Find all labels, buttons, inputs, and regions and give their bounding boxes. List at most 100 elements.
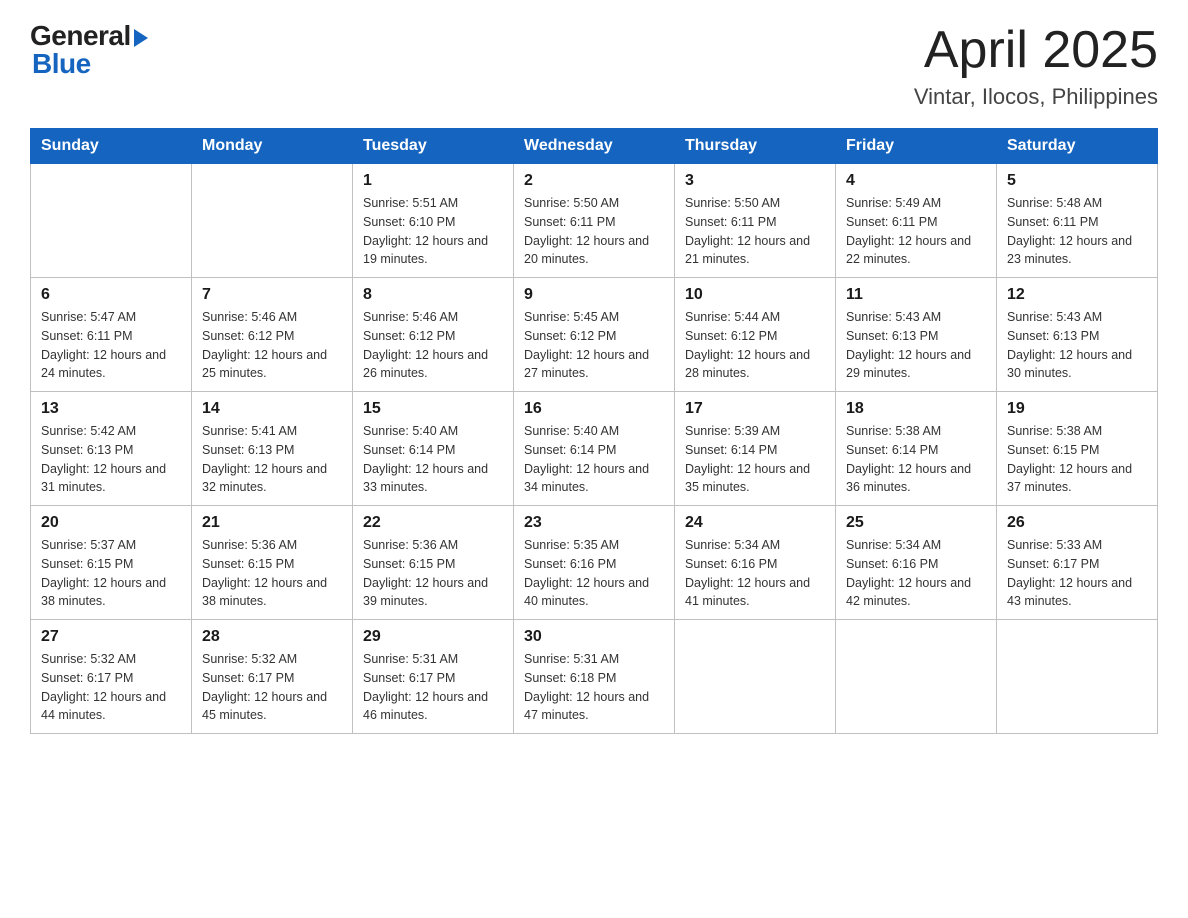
logo-triangle-icon bbox=[134, 29, 148, 47]
calendar-week-row: 20 Sunrise: 5:37 AM Sunset: 6:15 PM Dayli… bbox=[31, 506, 1158, 620]
col-wednesday: Wednesday bbox=[514, 129, 675, 164]
day-number: 4 bbox=[846, 172, 986, 190]
day-info: Sunrise: 5:34 AM Sunset: 6:16 PM Dayligh… bbox=[685, 536, 825, 611]
day-info: Sunrise: 5:38 AM Sunset: 6:14 PM Dayligh… bbox=[846, 422, 986, 497]
table-row: 6Sunrise: 5:47 AM Sunset: 6:11 PM Daylig… bbox=[31, 278, 192, 392]
table-row: 28Sunrise: 5:32 AM Sunset: 6:17 PM Dayli… bbox=[192, 620, 353, 734]
table-row: 22 Sunrise: 5:36 AM Sunset: 6:15 PM Dayli… bbox=[353, 506, 514, 620]
table-row: 8Sunrise: 5:46 AM Sunset: 6:12 PM Daylig… bbox=[353, 278, 514, 392]
table-row: 7 Sunrise: 5:46 AM Sunset: 6:12 PM Daylig… bbox=[192, 278, 353, 392]
table-row: 20 Sunrise: 5:37 AM Sunset: 6:15 PM Dayli… bbox=[31, 506, 192, 620]
table-row: 25 Sunrise: 5:34 AM Sunset: 6:16 PM Dayli… bbox=[836, 506, 997, 620]
table-row: 15Sunrise: 5:40 AM Sunset: 6:14 PM Dayli… bbox=[353, 392, 514, 506]
day-info: Sunrise: 5:43 AM Sunset: 6:13 PM Dayligh… bbox=[846, 308, 986, 383]
day-info: Sunrise: 5:34 AM Sunset: 6:16 PM Dayligh… bbox=[846, 536, 986, 611]
day-info: Sunrise: 5:51 AM Sunset: 6:10 PM Dayligh… bbox=[363, 194, 503, 269]
table-row: 16 Sunrise: 5:40 AM Sunset: 6:14 PM Dayli… bbox=[514, 392, 675, 506]
day-number: 27 bbox=[41, 628, 181, 646]
day-number: 30 bbox=[524, 628, 664, 646]
table-row bbox=[192, 164, 353, 278]
day-number: 20 bbox=[41, 514, 181, 532]
title-block: April 2025 Vintar, Ilocos, Philippines bbox=[914, 20, 1158, 110]
calendar-week-row: 1 Sunrise: 5:51 AM Sunset: 6:10 PM Daylig… bbox=[31, 164, 1158, 278]
table-row: 18 Sunrise: 5:38 AM Sunset: 6:14 PM Dayli… bbox=[836, 392, 997, 506]
table-row: 27 Sunrise: 5:32 AM Sunset: 6:17 PM Dayli… bbox=[31, 620, 192, 734]
day-info: Sunrise: 5:45 AM Sunset: 6:12 PM Dayligh… bbox=[524, 308, 664, 383]
day-info: Sunrise: 5:42 AM Sunset: 6:13 PM Dayligh… bbox=[41, 422, 181, 497]
location-title: Vintar, Ilocos, Philippines bbox=[914, 84, 1158, 110]
table-row: 4 Sunrise: 5:49 AM Sunset: 6:11 PM Daylig… bbox=[836, 164, 997, 278]
day-info: Sunrise: 5:31 AM Sunset: 6:17 PM Dayligh… bbox=[363, 650, 503, 725]
day-number: 8 bbox=[363, 286, 503, 304]
table-row: 2 Sunrise: 5:50 AM Sunset: 6:11 PM Daylig… bbox=[514, 164, 675, 278]
table-row: 3 Sunrise: 5:50 AM Sunset: 6:11 PM Daylig… bbox=[675, 164, 836, 278]
day-number: 13 bbox=[41, 400, 181, 418]
day-info: Sunrise: 5:31 AM Sunset: 6:18 PM Dayligh… bbox=[524, 650, 664, 725]
table-row bbox=[997, 620, 1158, 734]
col-monday: Monday bbox=[192, 129, 353, 164]
day-number: 14 bbox=[202, 400, 342, 418]
day-info: Sunrise: 5:37 AM Sunset: 6:15 PM Dayligh… bbox=[41, 536, 181, 611]
table-row: 5Sunrise: 5:48 AM Sunset: 6:11 PM Daylig… bbox=[997, 164, 1158, 278]
day-info: Sunrise: 5:32 AM Sunset: 6:17 PM Dayligh… bbox=[41, 650, 181, 725]
table-row: 24 Sunrise: 5:34 AM Sunset: 6:16 PM Dayli… bbox=[675, 506, 836, 620]
day-number: 19 bbox=[1007, 400, 1147, 418]
table-row: 1 Sunrise: 5:51 AM Sunset: 6:10 PM Daylig… bbox=[353, 164, 514, 278]
col-sunday: Sunday bbox=[31, 129, 192, 164]
calendar-week-row: 13 Sunrise: 5:42 AM Sunset: 6:13 PM Dayli… bbox=[31, 392, 1158, 506]
table-row: 9 Sunrise: 5:45 AM Sunset: 6:12 PM Daylig… bbox=[514, 278, 675, 392]
table-row: 13 Sunrise: 5:42 AM Sunset: 6:13 PM Dayli… bbox=[31, 392, 192, 506]
col-thursday: Thursday bbox=[675, 129, 836, 164]
table-row: 23Sunrise: 5:35 AM Sunset: 6:16 PM Dayli… bbox=[514, 506, 675, 620]
table-row: 26Sunrise: 5:33 AM Sunset: 6:17 PM Dayli… bbox=[997, 506, 1158, 620]
day-number: 18 bbox=[846, 400, 986, 418]
table-row: 17Sunrise: 5:39 AM Sunset: 6:14 PM Dayli… bbox=[675, 392, 836, 506]
day-number: 22 bbox=[363, 514, 503, 532]
table-row: 21 Sunrise: 5:36 AM Sunset: 6:15 PM Dayli… bbox=[192, 506, 353, 620]
day-info: Sunrise: 5:41 AM Sunset: 6:13 PM Dayligh… bbox=[202, 422, 342, 497]
day-info: Sunrise: 5:36 AM Sunset: 6:15 PM Dayligh… bbox=[202, 536, 342, 611]
day-info: Sunrise: 5:36 AM Sunset: 6:15 PM Dayligh… bbox=[363, 536, 503, 611]
day-number: 7 bbox=[202, 286, 342, 304]
day-info: Sunrise: 5:46 AM Sunset: 6:12 PM Dayligh… bbox=[202, 308, 342, 383]
day-number: 15 bbox=[363, 400, 503, 418]
calendar-header-row: Sunday Monday Tuesday Wednesday Thursday… bbox=[31, 129, 1158, 164]
table-row bbox=[31, 164, 192, 278]
logo: General Blue bbox=[30, 20, 148, 80]
day-number: 16 bbox=[524, 400, 664, 418]
calendar-week-row: 6Sunrise: 5:47 AM Sunset: 6:11 PM Daylig… bbox=[31, 278, 1158, 392]
day-number: 3 bbox=[685, 172, 825, 190]
day-info: Sunrise: 5:33 AM Sunset: 6:17 PM Dayligh… bbox=[1007, 536, 1147, 611]
day-info: Sunrise: 5:44 AM Sunset: 6:12 PM Dayligh… bbox=[685, 308, 825, 383]
day-number: 11 bbox=[846, 286, 986, 304]
day-number: 24 bbox=[685, 514, 825, 532]
day-number: 2 bbox=[524, 172, 664, 190]
table-row: 11 Sunrise: 5:43 AM Sunset: 6:13 PM Dayli… bbox=[836, 278, 997, 392]
day-number: 6 bbox=[41, 286, 181, 304]
day-number: 9 bbox=[524, 286, 664, 304]
day-number: 21 bbox=[202, 514, 342, 532]
logo-blue-text: Blue bbox=[30, 48, 91, 80]
page-header: General Blue April 2025 Vintar, Ilocos, … bbox=[30, 20, 1158, 110]
table-row bbox=[675, 620, 836, 734]
day-info: Sunrise: 5:50 AM Sunset: 6:11 PM Dayligh… bbox=[685, 194, 825, 269]
day-info: Sunrise: 5:35 AM Sunset: 6:16 PM Dayligh… bbox=[524, 536, 664, 611]
day-number: 25 bbox=[846, 514, 986, 532]
table-row: 29 Sunrise: 5:31 AM Sunset: 6:17 PM Dayli… bbox=[353, 620, 514, 734]
day-number: 5 bbox=[1007, 172, 1147, 190]
day-number: 28 bbox=[202, 628, 342, 646]
table-row bbox=[836, 620, 997, 734]
day-info: Sunrise: 5:50 AM Sunset: 6:11 PM Dayligh… bbox=[524, 194, 664, 269]
day-info: Sunrise: 5:38 AM Sunset: 6:15 PM Dayligh… bbox=[1007, 422, 1147, 497]
day-info: Sunrise: 5:43 AM Sunset: 6:13 PM Dayligh… bbox=[1007, 308, 1147, 383]
table-row: 14 Sunrise: 5:41 AM Sunset: 6:13 PM Dayli… bbox=[192, 392, 353, 506]
day-number: 1 bbox=[363, 172, 503, 190]
day-number: 10 bbox=[685, 286, 825, 304]
table-row: 12Sunrise: 5:43 AM Sunset: 6:13 PM Dayli… bbox=[997, 278, 1158, 392]
day-info: Sunrise: 5:40 AM Sunset: 6:14 PM Dayligh… bbox=[524, 422, 664, 497]
day-number: 29 bbox=[363, 628, 503, 646]
calendar-table: Sunday Monday Tuesday Wednesday Thursday… bbox=[30, 128, 1158, 734]
day-info: Sunrise: 5:39 AM Sunset: 6:14 PM Dayligh… bbox=[685, 422, 825, 497]
month-title: April 2025 bbox=[914, 20, 1158, 80]
day-info: Sunrise: 5:49 AM Sunset: 6:11 PM Dayligh… bbox=[846, 194, 986, 269]
